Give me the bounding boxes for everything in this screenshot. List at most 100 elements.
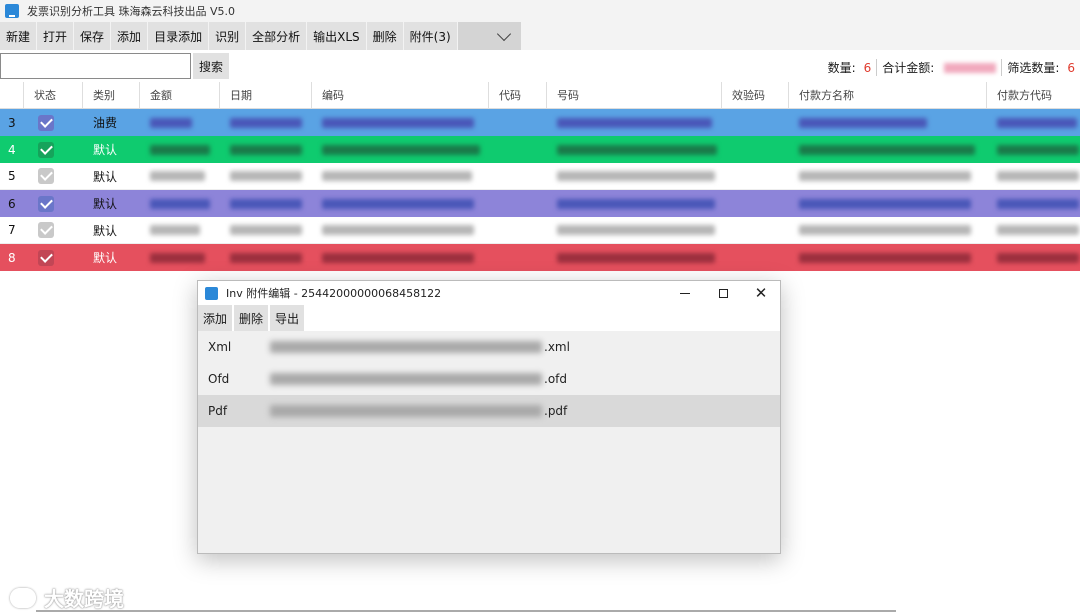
attachment-type: Ofd xyxy=(208,372,230,386)
close-icon: ✕ xyxy=(754,283,768,302)
analyze-all-button[interactable]: 全部分析 xyxy=(246,22,308,50)
open-button[interactable]: 打开 xyxy=(37,22,75,50)
table-row[interactable]: 5 默认 xyxy=(0,163,1080,190)
redacted-code-number xyxy=(322,198,474,209)
recognize-button[interactable]: 识别 xyxy=(209,22,247,50)
category-cell: 默认 xyxy=(93,197,118,211)
redacted-filename xyxy=(270,373,542,385)
redacted-date xyxy=(230,117,302,128)
redacted-payer-code xyxy=(997,171,1079,181)
attachment-item-pdf[interactable]: Pdf .pdf xyxy=(198,395,780,427)
export-xls-button[interactable]: 输出XLS xyxy=(307,22,367,50)
search-row: 搜索 数量: 6 合计金额: 筛选数量: 6 xyxy=(0,52,1080,80)
redacted-number xyxy=(557,171,715,181)
status-checkbox[interactable] xyxy=(38,168,54,184)
row-number: 7 xyxy=(8,223,16,237)
dialog-delete-button[interactable]: 删除 xyxy=(234,305,271,331)
attachment-item-xml[interactable]: Xml .xml xyxy=(198,331,780,363)
count-label: 数量: xyxy=(827,61,856,75)
new-button[interactable]: 新建 xyxy=(0,22,38,50)
redacted-number xyxy=(557,144,717,155)
status-checkbox[interactable] xyxy=(38,249,54,266)
redacted-filename xyxy=(270,405,542,417)
status-checkbox[interactable] xyxy=(38,195,54,212)
category-cell: 油费 xyxy=(93,116,118,130)
attachments-button[interactable]: 附件(3) xyxy=(403,22,458,50)
col-number[interactable]: 号码 xyxy=(547,82,722,108)
attachment-item-ofd[interactable]: Ofd .ofd xyxy=(198,363,780,395)
add-button[interactable]: 添加 xyxy=(111,22,149,50)
col-amount[interactable]: 金额 xyxy=(140,82,220,108)
redacted-code-number xyxy=(322,144,480,155)
attachment-type: Pdf xyxy=(208,404,228,418)
total-stat: 合计金额: xyxy=(876,59,1001,76)
app-download-icon xyxy=(205,286,218,300)
redacted-amount xyxy=(150,225,200,235)
redacted-number xyxy=(557,198,715,209)
col-category[interactable]: 类别 xyxy=(83,82,140,108)
filter-value: 6 xyxy=(1067,60,1075,75)
redacted-payer-code xyxy=(997,225,1079,235)
dialog-title-bar: Inv 附件编辑 - 25442000000068458122 ✕ xyxy=(198,281,780,305)
watermark-text: 大数跨境 xyxy=(44,587,124,611)
minimize-button[interactable] xyxy=(666,281,704,305)
redacted-amount xyxy=(150,144,210,155)
col-code-number[interactable]: 编码 xyxy=(312,82,489,108)
count-stat: 数量: 6 xyxy=(823,59,877,76)
col-check-code[interactable]: 效验码 xyxy=(722,82,789,108)
main-toolbar: 新建 打开 保存 添加 目录添加 识别 全部分析 输出XLS 删除 附件(3) xyxy=(0,22,1080,50)
delete-button[interactable]: 删除 xyxy=(366,22,404,50)
app-download-icon xyxy=(5,4,19,18)
table-row[interactable]: 7 默认 xyxy=(0,217,1080,244)
redacted-number xyxy=(557,225,715,235)
watermark: 大数跨境 xyxy=(10,583,124,612)
search-button[interactable]: 搜索 xyxy=(193,53,229,79)
attachment-type: Xml xyxy=(208,340,232,354)
col-payer-name[interactable]: 付款方名称 xyxy=(789,82,987,108)
redacted-number xyxy=(557,117,712,128)
filter-stat: 筛选数量: 6 xyxy=(1001,59,1080,76)
col-payer-code[interactable]: 付款方代码 xyxy=(987,82,1080,108)
table-header: 状态 类别 金额 日期 编码 代码 号码 效验码 付款方名称 付款方代码 xyxy=(0,82,1080,109)
dialog-add-button[interactable]: 添加 xyxy=(198,305,235,331)
maximize-icon xyxy=(718,288,728,298)
redacted-date xyxy=(230,225,302,235)
filter-label: 筛选数量: xyxy=(1007,61,1060,75)
col-date[interactable]: 日期 xyxy=(220,82,312,108)
redacted-amount xyxy=(150,252,205,263)
redacted-payer-name xyxy=(799,225,971,235)
table-row[interactable]: 6 默认 xyxy=(0,190,1080,217)
status-checkbox[interactable] xyxy=(38,141,54,158)
count-value: 6 xyxy=(863,60,872,75)
dialog-export-button[interactable]: 导出 xyxy=(270,305,307,331)
attachment-ext: .ofd xyxy=(544,372,567,386)
status-checkbox[interactable] xyxy=(38,114,54,131)
row-number: 8 xyxy=(8,250,16,265)
redacted-payer-code xyxy=(997,252,1079,263)
redacted-date xyxy=(230,144,302,155)
col-status[interactable]: 状态 xyxy=(24,82,83,108)
category-cell: 默认 xyxy=(93,223,118,238)
close-button[interactable]: ✕ xyxy=(742,281,780,305)
table-row[interactable]: 3 油费 xyxy=(0,109,1080,136)
status-checkbox[interactable] xyxy=(38,222,54,238)
stats-bar: 数量: 6 合计金额: 筛选数量: 6 xyxy=(823,59,1080,76)
more-dropdown-button[interactable] xyxy=(457,22,522,50)
redacted-amount xyxy=(150,198,210,209)
category-cell: 默认 xyxy=(93,143,118,157)
search-input[interactable] xyxy=(0,53,191,79)
maximize-button[interactable] xyxy=(704,281,742,305)
save-button[interactable]: 保存 xyxy=(74,22,112,50)
redacted-payer-name xyxy=(799,171,971,181)
add-directory-button[interactable]: 目录添加 xyxy=(148,22,210,50)
redacted-payer-name xyxy=(799,198,971,209)
redacted-payer-name xyxy=(799,252,971,263)
attachment-ext: .xml xyxy=(544,340,570,354)
attachment-list: Xml .xml Ofd .ofd Pdf .pdf xyxy=(198,331,780,427)
col-code[interactable]: 代码 xyxy=(489,82,547,108)
redacted-code-number xyxy=(322,225,474,235)
dialog-toolbar: 添加 删除 导出 xyxy=(198,305,780,331)
table-row[interactable]: 4 默认 xyxy=(0,136,1080,163)
table-row[interactable]: 8 默认 xyxy=(0,244,1080,271)
bottom-scrollbar[interactable] xyxy=(36,610,896,612)
